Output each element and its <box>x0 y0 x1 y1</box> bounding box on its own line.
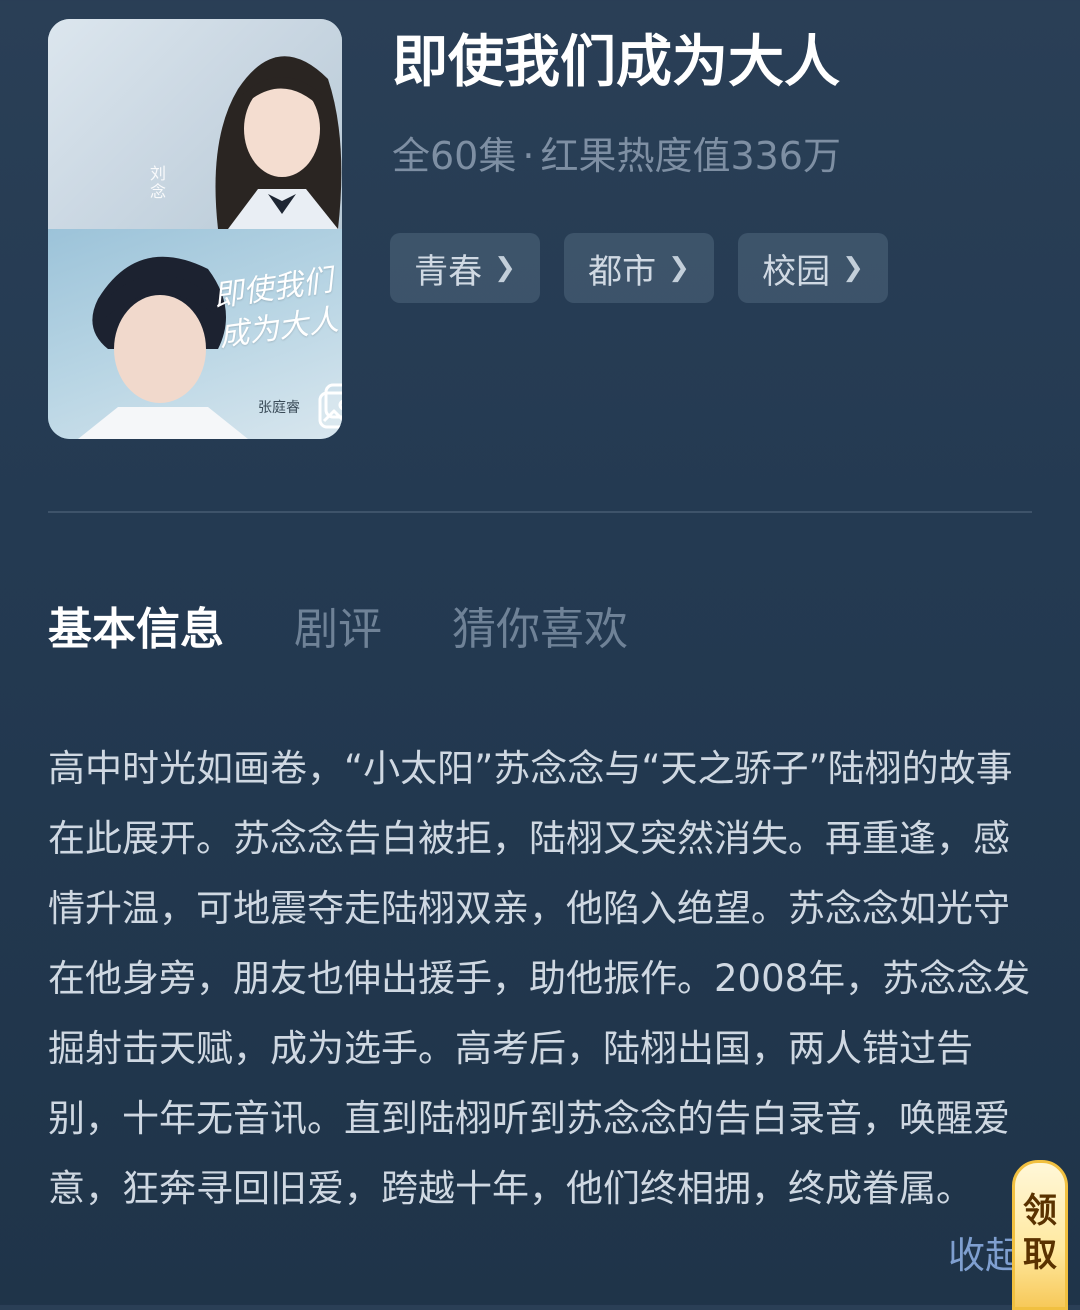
reward-label-2: 取 <box>1023 1235 1057 1275</box>
genre-tags: 青春 ❯ 都市 ❯ 校园 ❯ <box>390 233 888 303</box>
reward-claim-button[interactable]: 领 取 <box>1012 1160 1068 1310</box>
drama-title: 即使我们成为大人 <box>392 30 840 95</box>
tag-label: 青春 <box>414 251 483 292</box>
episode-count: 全60集 <box>392 134 517 178</box>
tab-reviews[interactable]: 剧评 <box>294 600 382 660</box>
poster-actress-caption: 刘念 <box>147 165 166 201</box>
chevron-right-icon: ❯ <box>842 253 864 283</box>
heat-value: 红果热度值336万 <box>540 134 841 178</box>
poster-actor-caption: 张庭睿 <box>258 400 300 416</box>
tag-label: 都市 <box>588 251 657 292</box>
detail-tabs: 基本信息 剧评 猜你喜欢 <box>48 600 698 660</box>
collapse-button[interactable]: 收起 <box>948 1226 1022 1286</box>
drama-poster[interactable]: 刘念 即使我们成为大人 张庭睿 <box>48 19 342 439</box>
tab-basic-info[interactable]: 基本信息 <box>48 600 224 660</box>
tag-label: 校园 <box>762 251 831 292</box>
tag-youth[interactable]: 青春 ❯ <box>390 233 540 303</box>
tag-urban[interactable]: 都市 ❯ <box>564 233 714 303</box>
section-divider <box>48 511 1032 513</box>
meta-separator: · <box>522 134 535 178</box>
poster-title-script: 即使我们成为大人 <box>211 263 341 354</box>
tab-recommendations[interactable]: 猜你喜欢 <box>452 600 628 660</box>
chevron-right-icon: ❯ <box>494 253 516 283</box>
gallery-icon[interactable] <box>316 381 342 431</box>
synopsis-text: 高中时光如画卷，“小太阳”苏念念与“天之骄子”陆栩的故事在此展开。苏念念告白被拒… <box>48 747 1031 1210</box>
chevron-right-icon: ❯ <box>668 253 690 283</box>
drama-meta: 全60集 · 红果热度值336万 <box>392 130 841 182</box>
tag-campus[interactable]: 校园 ❯ <box>738 233 888 303</box>
poster-actress-figure <box>215 56 342 229</box>
reward-label-1: 领 <box>1023 1191 1057 1231</box>
